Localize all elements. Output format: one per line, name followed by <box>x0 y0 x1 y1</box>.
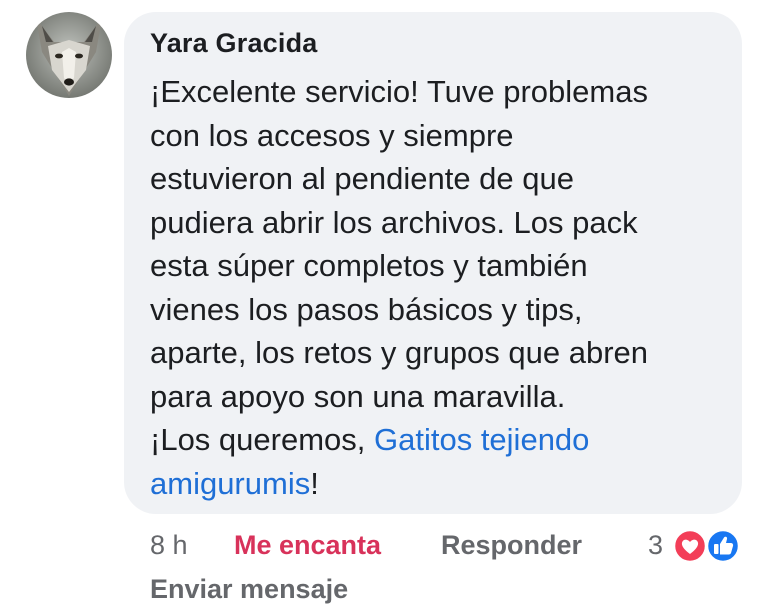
love-reaction-button[interactable]: Me encanta <box>234 530 381 561</box>
comment-line: esta súper completos y también <box>150 248 588 283</box>
comment-line: aparte, los retos y grupos que abren <box>150 335 649 370</box>
comment-author[interactable]: Yara Gracida <box>150 28 318 59</box>
comment-line: ¡Excelente servicio! Tuve problemas <box>150 74 648 109</box>
comment-line: para apoyo son una maravilla. <box>150 378 566 414</box>
page-mention-link-continued[interactable]: amigurumis <box>150 466 310 501</box>
wolf-avatar-image <box>26 12 112 98</box>
like-icon <box>705 528 741 564</box>
comment-line-mention: ¡Los queremos, Gatitos tejiendo <box>150 418 735 462</box>
reply-button[interactable]: Responder <box>441 530 582 561</box>
heart-icon <box>672 528 708 564</box>
reaction-count[interactable]: 3 <box>648 530 663 561</box>
avatar[interactable] <box>26 12 112 98</box>
comment-line: con los accesos y siempre <box>150 117 514 153</box>
send-message-button[interactable]: Enviar mensaje <box>150 574 348 605</box>
page-mention-link[interactable]: Gatitos tejiendo <box>374 422 589 457</box>
comment-timestamp[interactable]: 8 h <box>150 530 188 561</box>
comment-line: vienes los pasos básicos y tips, <box>150 291 583 327</box>
comment-text: ¡Excelente servicio! Tuve problemas con … <box>150 70 735 505</box>
comment-text-fragment: ¡Los queremos, <box>150 422 374 457</box>
comment-line: pudiera abrir los archivos. Los pack <box>150 204 638 240</box>
reaction-summary[interactable] <box>672 528 746 564</box>
comment-text-fragment: ! <box>310 465 319 501</box>
comment-screen: Yara Gracida ¡Excelente servicio! Tuve p… <box>0 0 768 616</box>
comment-line-mention-end: amigurumis! <box>150 462 735 506</box>
comment-line: estuvieron al pendiente de que <box>150 161 574 196</box>
